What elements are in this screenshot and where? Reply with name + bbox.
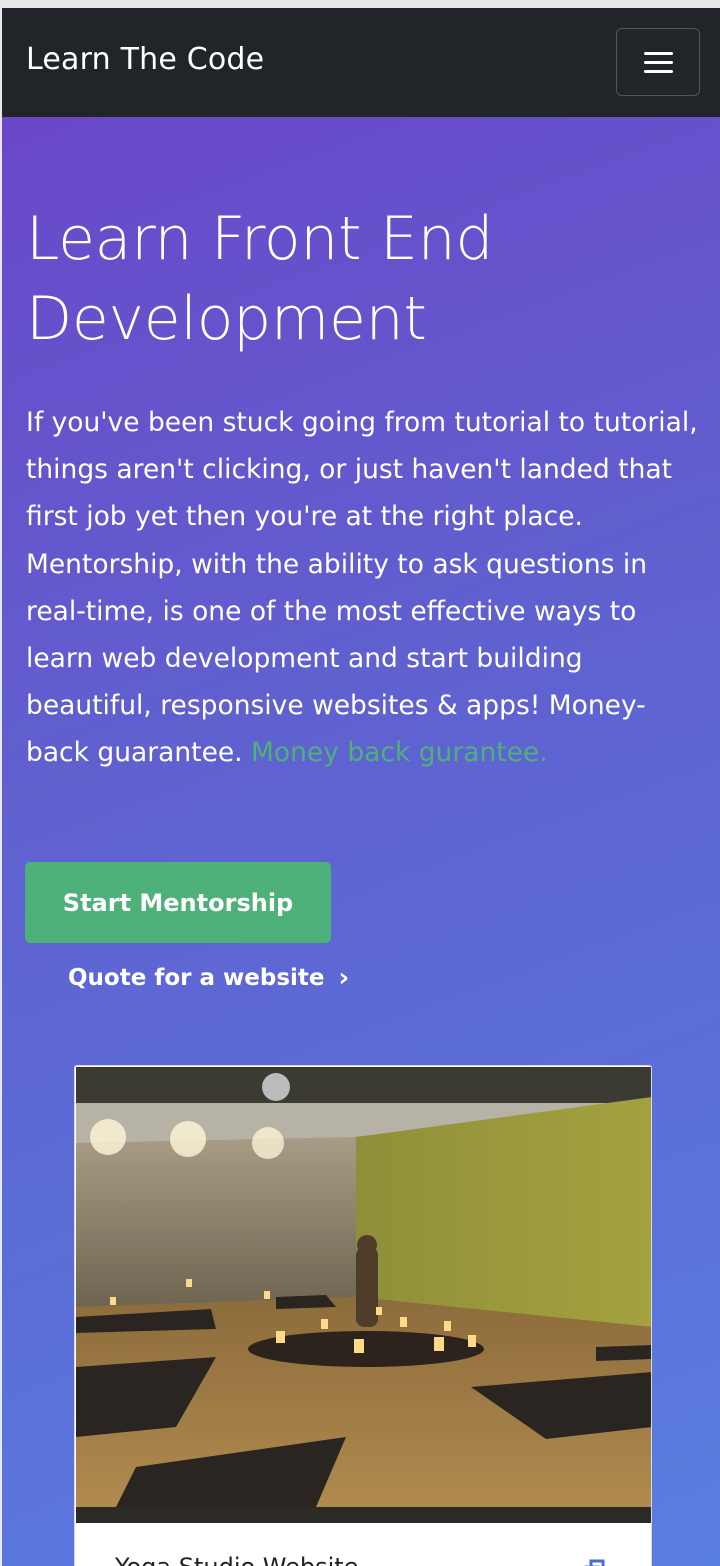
- card-title[interactable]: Yoga Studio Website: [115, 1553, 358, 1566]
- card-footer: Yoga Studio Website: [75, 1523, 651, 1566]
- quote-for-website-link[interactable]: Quote for a website ›: [68, 965, 349, 991]
- chevron-right-icon: ›: [338, 963, 350, 993]
- hero-description: If you've been stuck going from tutorial…: [26, 399, 698, 777]
- brand-logo-text[interactable]: Learn The Code: [26, 42, 264, 77]
- hero-section: Learn Front End Development If you've be…: [2, 117, 720, 1566]
- money-back-highlight: Money back gurantee.: [251, 737, 548, 769]
- external-link-icon[interactable]: [583, 1555, 613, 1566]
- start-mentorship-button[interactable]: Start Mentorship: [25, 862, 331, 943]
- navbar-toggle-button[interactable]: [616, 28, 700, 96]
- portfolio-card[interactable]: Yoga Studio Website: [74, 1065, 652, 1566]
- hero-title: Learn Front End Development: [26, 204, 494, 354]
- top-strip: [0, 0, 720, 8]
- hero-description-text: If you've been stuck going from tutorial…: [26, 407, 698, 769]
- yoga-studio-screenshot: [76, 1067, 651, 1523]
- quote-link-label: Quote for a website: [68, 965, 325, 991]
- hamburger-menu-icon: [643, 51, 673, 73]
- navbar: Learn The Code: [2, 8, 720, 117]
